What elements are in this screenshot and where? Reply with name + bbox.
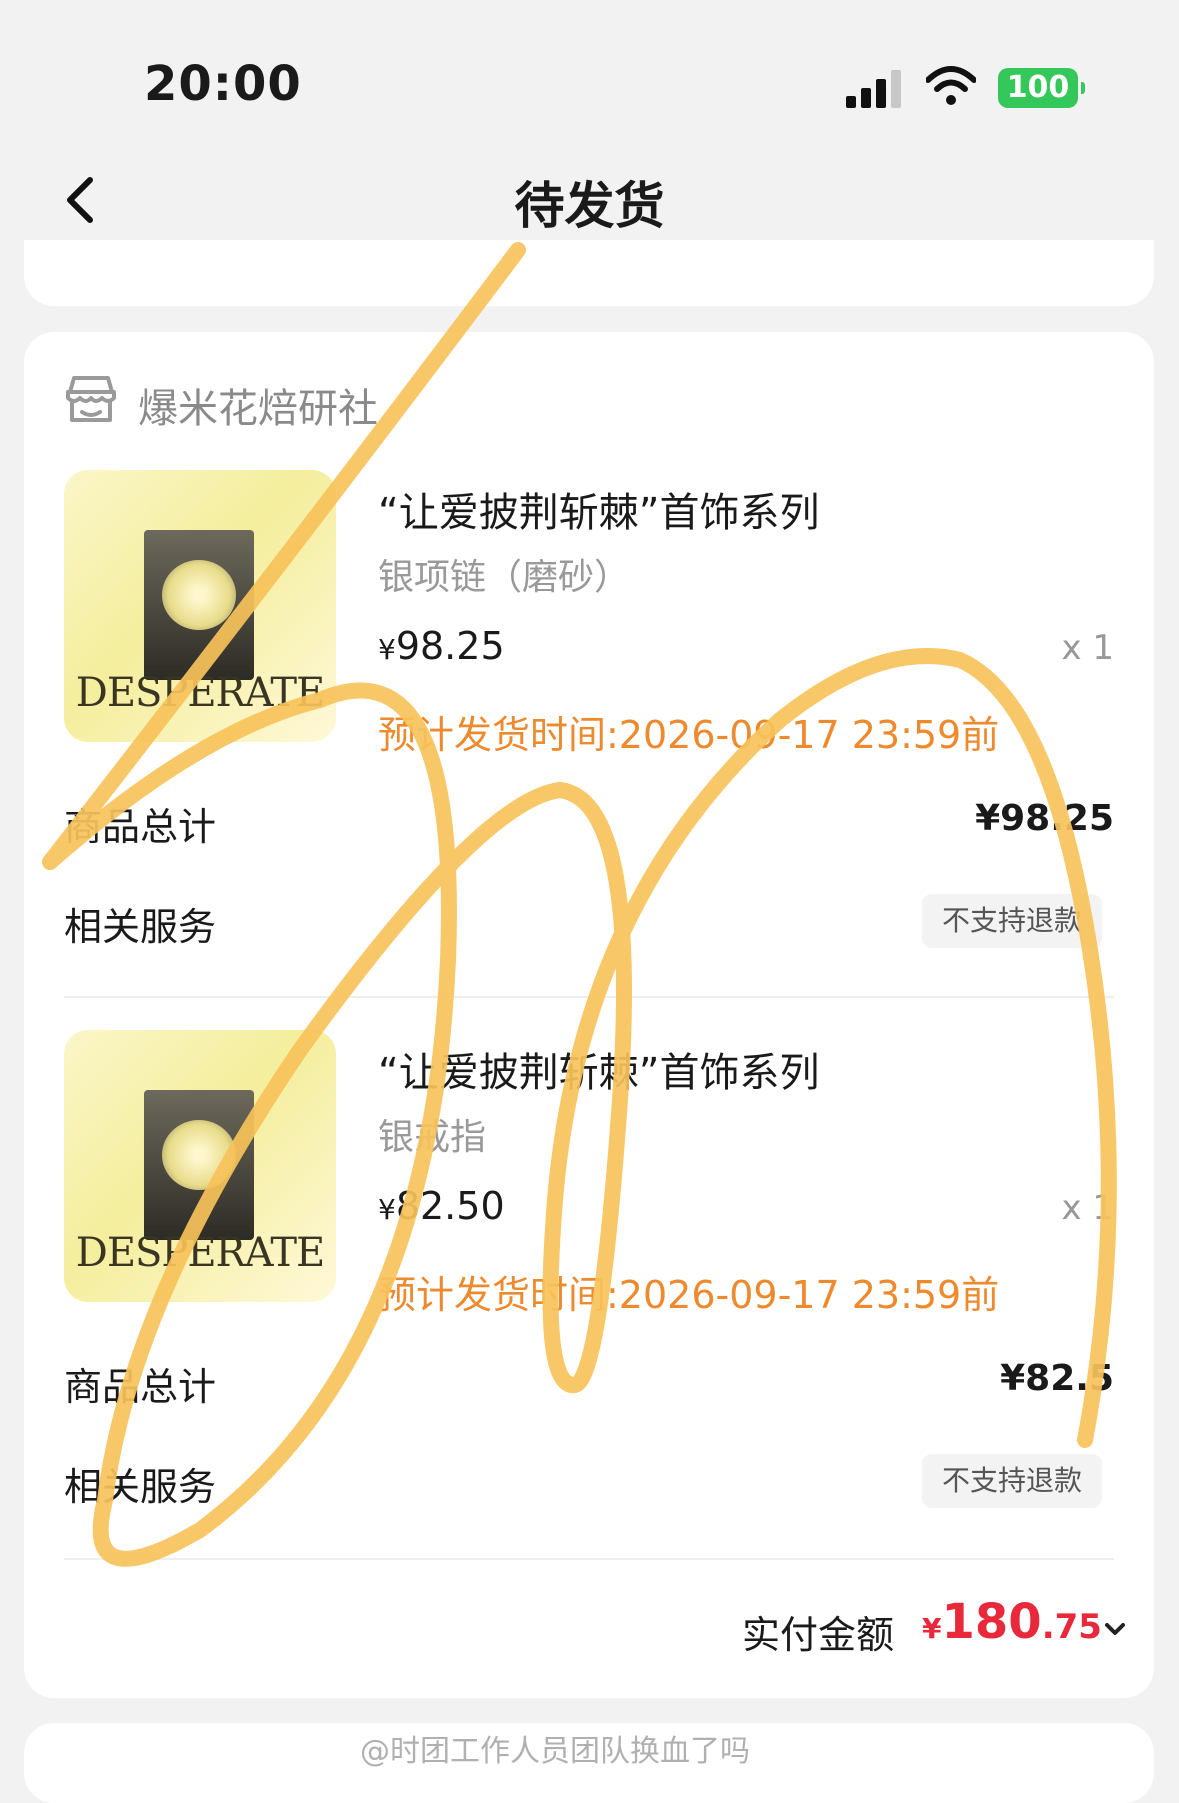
price-value: 98.25 <box>395 624 505 668</box>
total-label: 实付金额 <box>742 1613 895 1657</box>
product-price: ¥98.25 <box>378 624 505 668</box>
store-icon <box>66 376 116 422</box>
subtotal-label: 商品总计 <box>64 1365 217 1409</box>
thumbnail-text: DESPERATE <box>75 670 325 716</box>
price-currency: ¥ <box>378 633 396 666</box>
divider <box>64 996 1114 998</box>
status-time: 20:00 <box>144 56 302 112</box>
service-label: 相关服务 <box>64 905 217 949</box>
product-image <box>144 530 254 680</box>
battery-icon: 100 <box>998 68 1085 108</box>
total-integer: 180 <box>941 1594 1042 1650</box>
thumbnail-text: DESPERATE <box>75 1230 325 1276</box>
subtotal-value: ¥82.5 <box>1000 1358 1114 1399</box>
divider <box>64 1558 1114 1560</box>
wifi-icon <box>926 66 976 105</box>
chevron-down-icon[interactable] <box>1100 1614 1130 1644</box>
product-price: ¥82.50 <box>378 1184 505 1228</box>
product-title[interactable]: “让爱披荆斩棘”首饰系列 <box>378 1040 819 1098</box>
price-value: 82.50 <box>395 1184 505 1228</box>
service-label: 相关服务 <box>64 1465 217 1509</box>
service-badge: 不支持退款 <box>921 894 1102 948</box>
estimated-ship-time: 预计发货时间:2026-09-17 23:59前 <box>378 1273 1000 1317</box>
shop-name[interactable]: 爆米花焙研社 <box>138 376 378 434</box>
product-thumbnail[interactable]: DESPERATE <box>64 1030 336 1302</box>
product-image <box>144 1090 254 1240</box>
product-variant: 银项链（磨砂） <box>378 557 631 598</box>
product-quantity: x 1 <box>1061 1188 1114 1228</box>
previous-card <box>24 240 1154 306</box>
estimated-ship-time: 预计发货时间:2026-09-17 23:59前 <box>378 713 1000 757</box>
price-currency: ¥ <box>378 1193 396 1226</box>
product-quantity: x 1 <box>1061 628 1114 668</box>
product-title[interactable]: “让爱披荆斩棘”首饰系列 <box>378 480 819 538</box>
watermark: @时团工作人员团队换血了吗 <box>360 1734 750 1769</box>
product-variant: 银戒指 <box>378 1117 487 1158</box>
signal-icon <box>846 68 904 108</box>
product-thumbnail[interactable]: DESPERATE <box>64 470 336 742</box>
subtotal-value: ¥98.25 <box>975 798 1114 839</box>
total-decimal: .75 <box>1041 1607 1102 1647</box>
subtotal-label: 商品总计 <box>64 805 217 849</box>
total-amount: ¥180.75 <box>922 1594 1102 1650</box>
service-badge: 不支持退款 <box>921 1454 1102 1508</box>
order-card: 爆米花焙研社 DESPERATE “让爱披荆斩棘”首饰系列 银项链（磨砂） ¥9… <box>24 332 1154 1698</box>
page-title: 待发货 <box>514 177 665 235</box>
total-currency: ¥ <box>922 1612 942 1645</box>
